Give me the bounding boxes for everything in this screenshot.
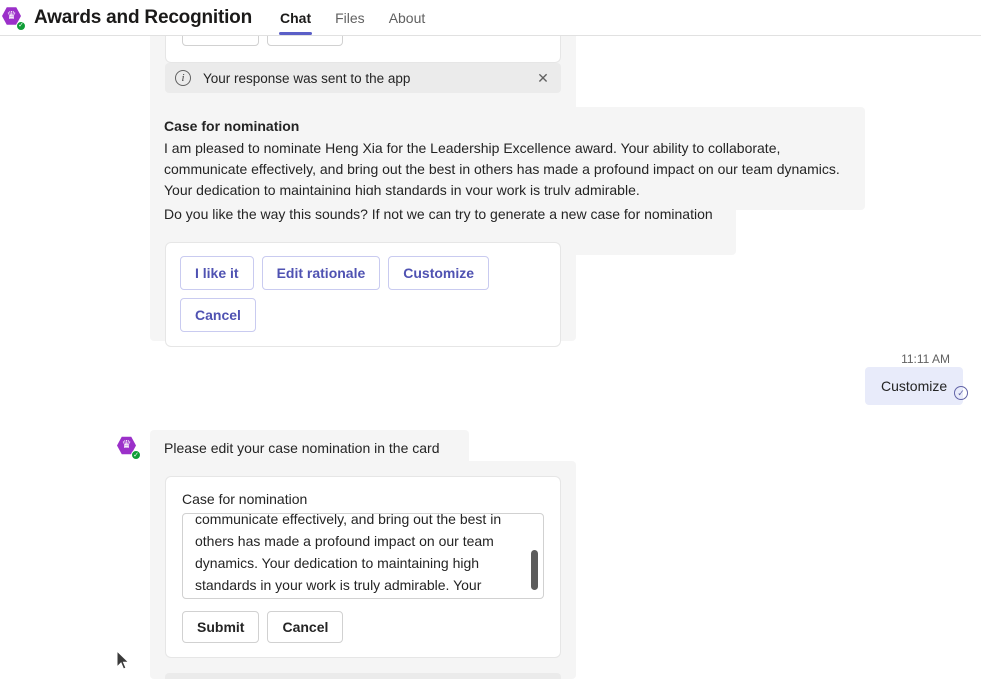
nomination-bubble-body: I am pleased to nominate Heng Xia for th… — [164, 140, 840, 198]
cancel-suggestion-button[interactable]: Cancel — [180, 298, 256, 332]
user-message-bubble: Customize — [865, 367, 964, 405]
app-avatar: ♛ ✓ — [2, 7, 26, 31]
edit-rationale-button[interactable]: Edit rationale — [261, 256, 381, 290]
app-header: ♛ ✓ Awards and Recognition Chat Files Ab… — [0, 0, 981, 36]
bot-avatar: ♛ ✓ — [117, 436, 141, 460]
chat-scroll-region[interactable]: Submit Cancel i Your response was sent t… — [0, 36, 981, 679]
suggestion-card: I like it Edit rationale Customize Cance… — [150, 227, 576, 347]
tab-bar: Chat Files About — [268, 0, 437, 36]
suggestion-button-row: I like it Edit rationale Customize Cance… — [180, 256, 546, 332]
card-body: Submit Cancel — [165, 36, 561, 63]
card-action-row: Submit Cancel — [182, 36, 544, 46]
textarea-scrollbar[interactable] — [531, 550, 538, 590]
tab-files[interactable]: Files — [323, 0, 377, 36]
suggestion-card-body: I like it Edit rationale Customize Cance… — [165, 242, 561, 347]
available-check-icon: ✓ — [131, 450, 141, 460]
cancel-button[interactable]: Cancel — [267, 36, 344, 46]
info-icon: i — [175, 70, 191, 86]
status-banner: i Your response was sent to the app ✕ — [165, 673, 561, 679]
user-message-text: Customize — [881, 378, 948, 394]
page-title: Awards and Recognition — [34, 6, 252, 28]
i-like-it-button[interactable]: I like it — [180, 256, 254, 290]
available-check-icon: ✓ — [16, 20, 26, 31]
close-icon[interactable]: ✕ — [535, 70, 551, 86]
edit-card-body: Case for nomination communicate effectiv… — [165, 476, 561, 658]
cancel-button[interactable]: Cancel — [267, 611, 344, 643]
case-for-nomination-label: Case for nomination — [182, 491, 308, 507]
status-banner: i Your response was sent to the app ✕ — [165, 63, 561, 93]
nomination-bubble-title: Case for nomination — [164, 118, 300, 134]
submit-button[interactable]: Submit — [182, 36, 260, 46]
case-for-nomination-textarea[interactable]: communicate effectively, and bring out t… — [182, 513, 544, 599]
submit-button[interactable]: Submit — [182, 611, 260, 643]
status-banner-text: Your response was sent to the app — [203, 70, 411, 86]
mouse-pointer-icon — [116, 650, 130, 670]
user-message-timestamp: 11:11 AM — [901, 352, 950, 366]
edit-nomination-card: Case for nomination communicate effectiv… — [150, 461, 576, 679]
customize-button[interactable]: Customize — [388, 256, 490, 290]
edit-card-action-row: Submit Cancel — [182, 611, 544, 643]
textarea-value: communicate effectively, and bring out t… — [195, 513, 502, 593]
tab-chat[interactable]: Chat — [268, 0, 323, 36]
sent-check-icon: ✓ — [954, 386, 968, 400]
teams-chat-window: ♛ ✓ Awards and Recognition Chat Files Ab… — [0, 0, 981, 679]
tab-about[interactable]: About — [377, 0, 438, 36]
